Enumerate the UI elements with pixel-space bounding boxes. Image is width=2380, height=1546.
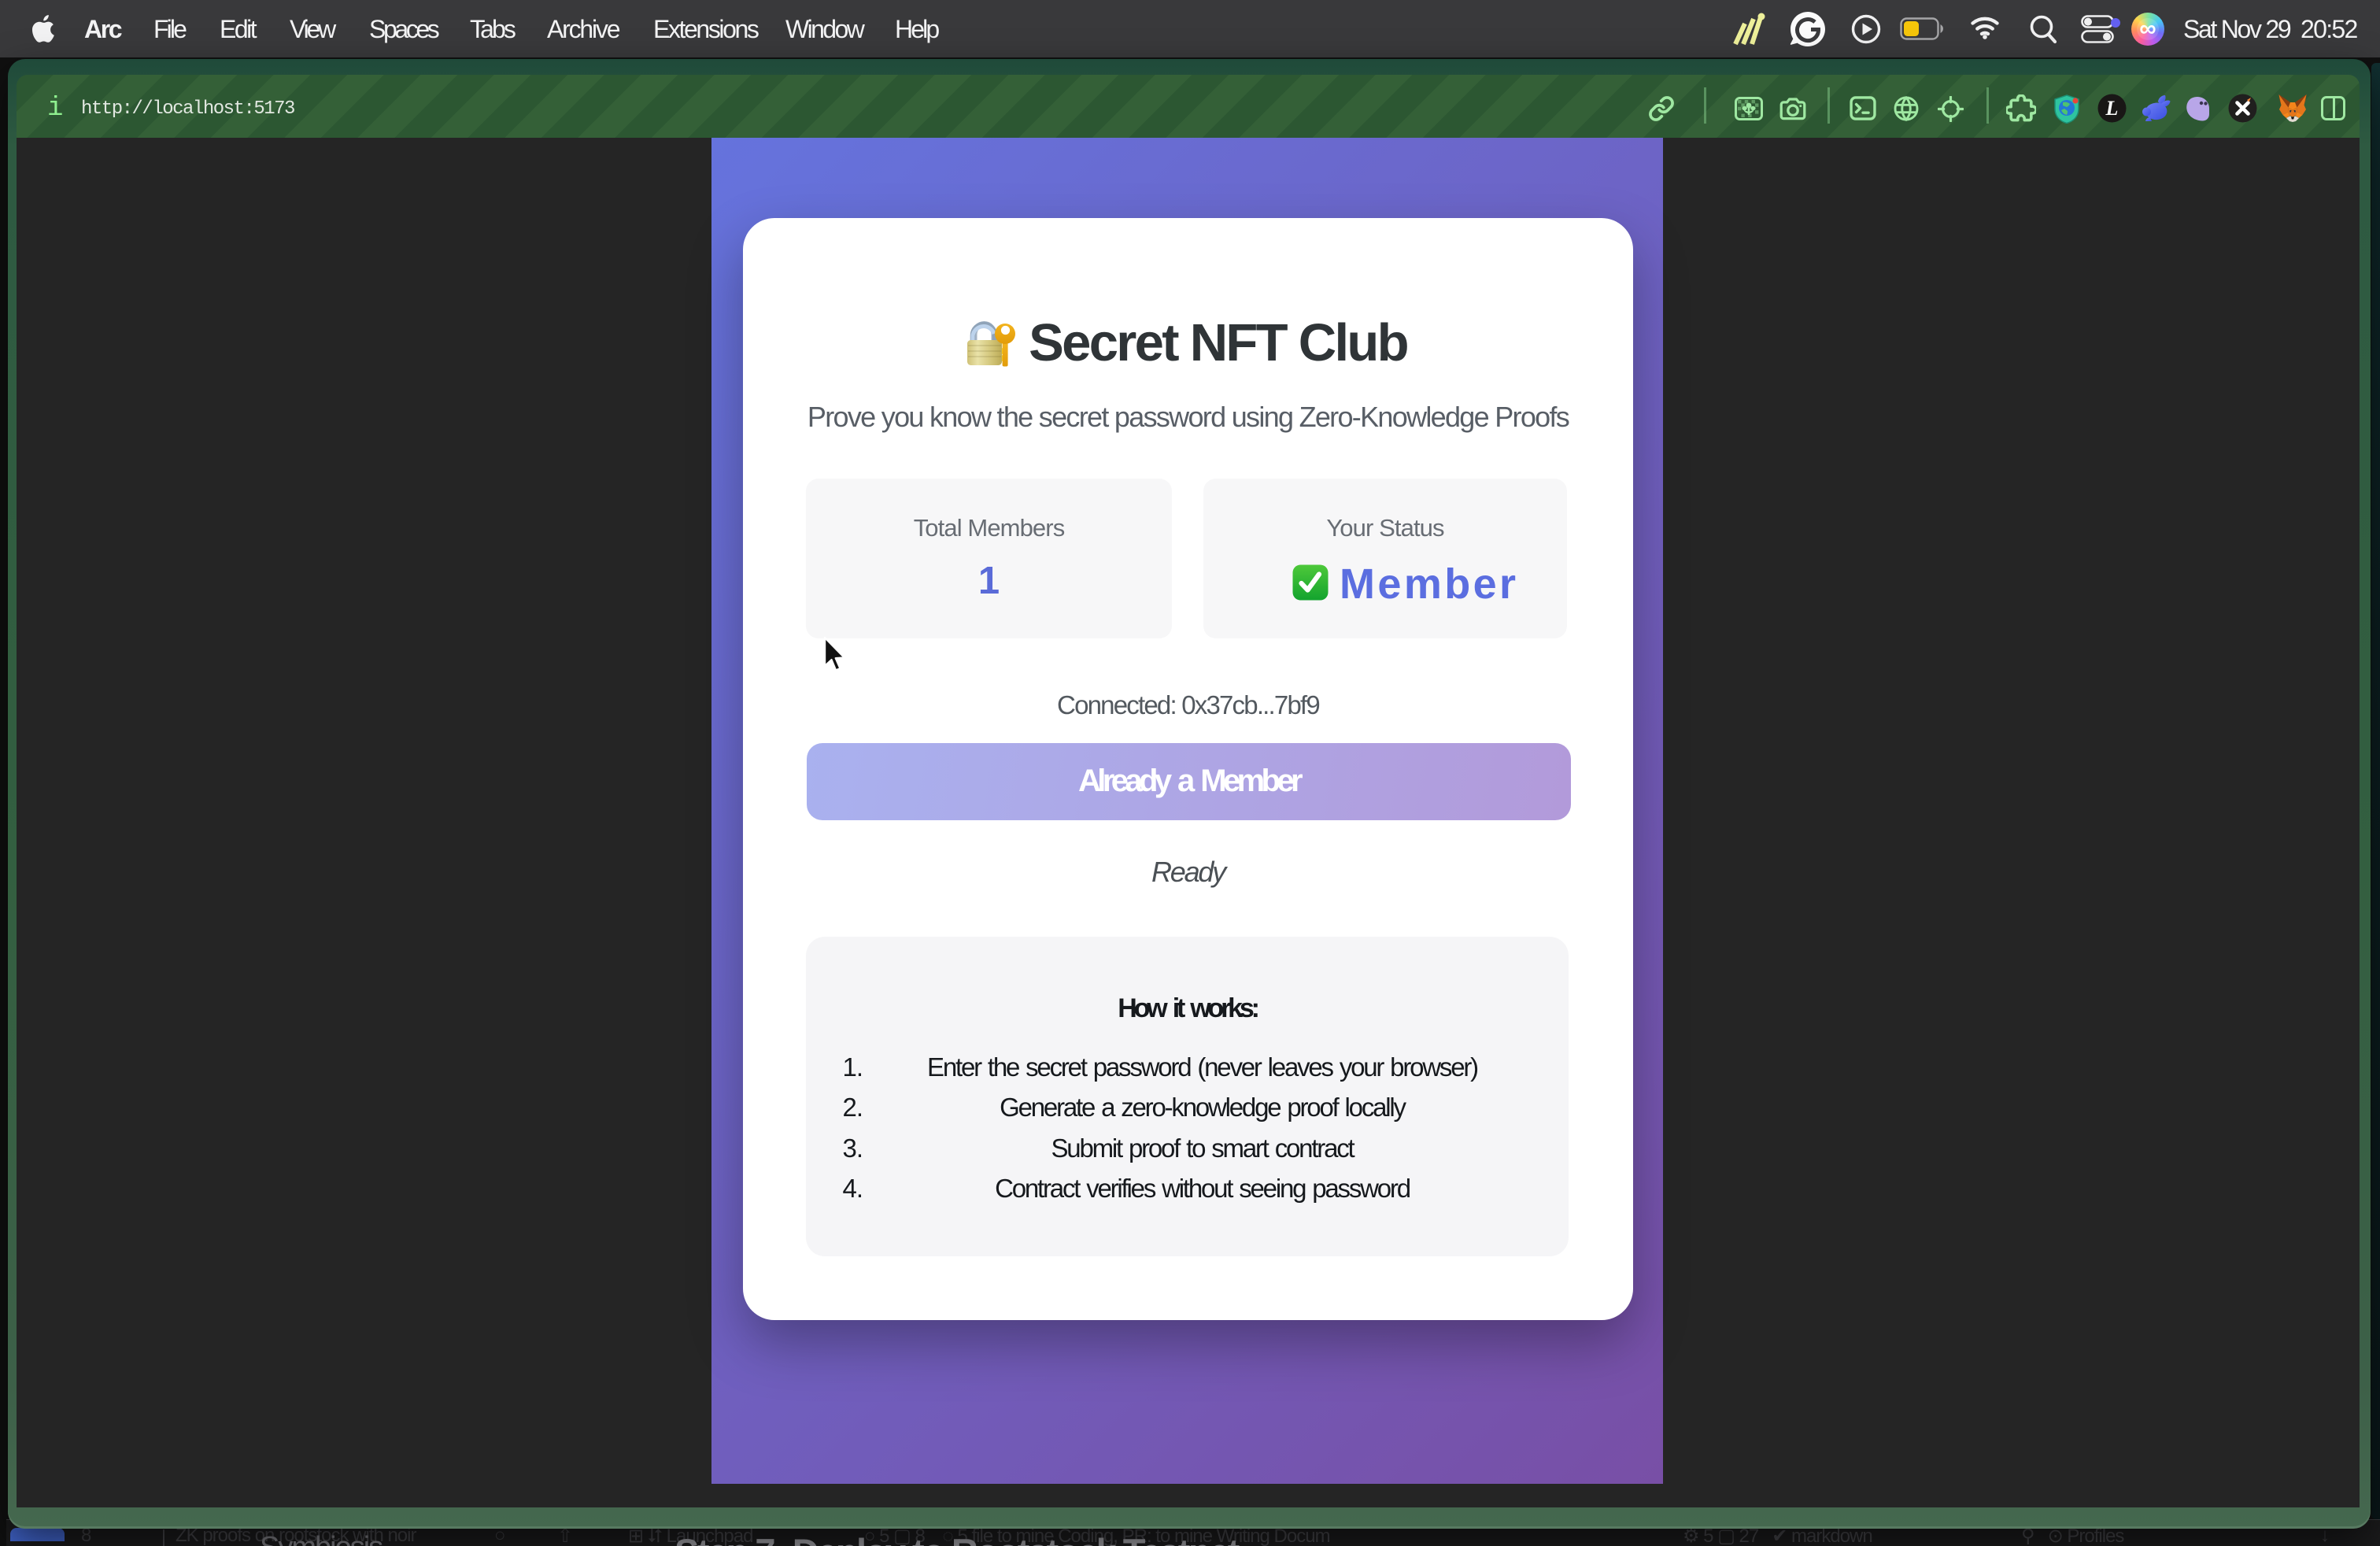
svg-text:L: L [2105, 97, 2119, 120]
